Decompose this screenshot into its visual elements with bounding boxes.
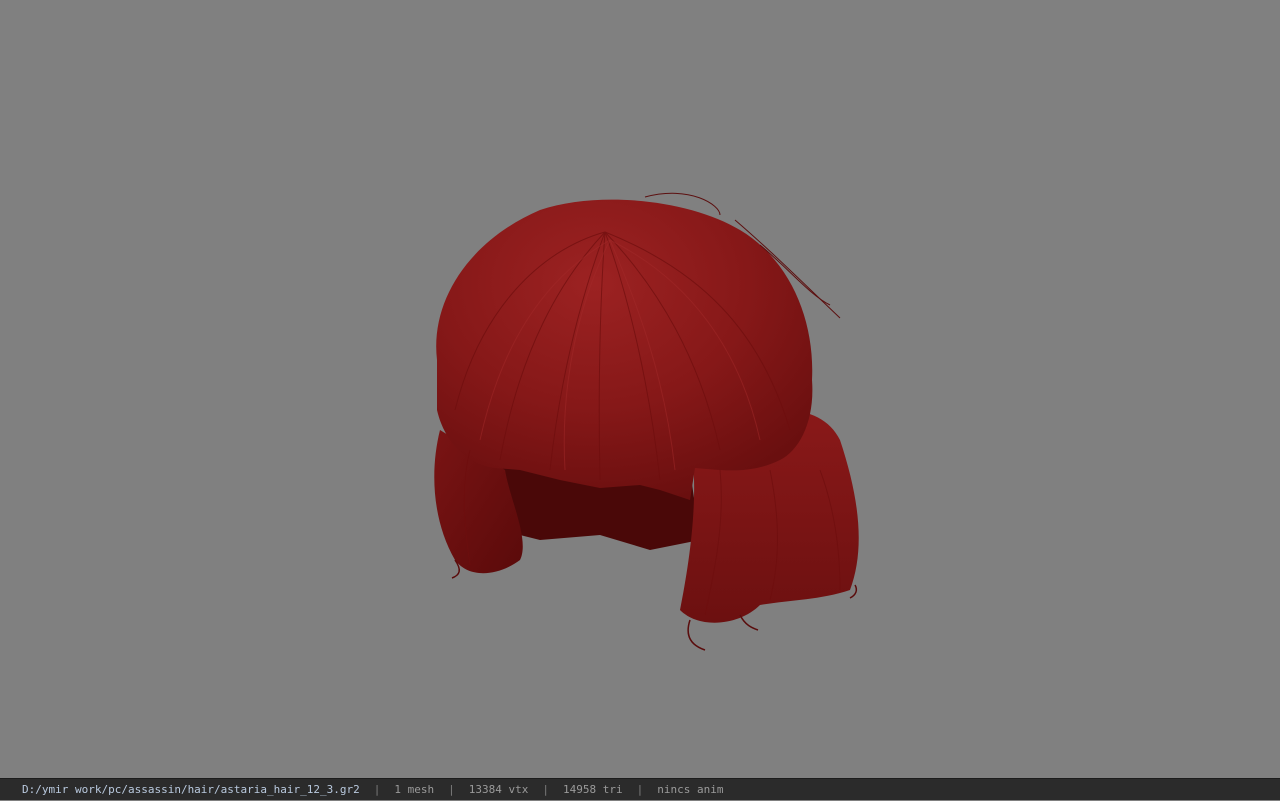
- animation-info: nincs anim: [657, 782, 724, 796]
- 3d-viewport[interactable]: [0, 0, 1280, 778]
- separator: |: [636, 782, 644, 796]
- separator: |: [373, 782, 381, 796]
- separator: |: [448, 782, 455, 796]
- file-path: D:/ymir work/pc/assassin/hair/astaria_ha…: [22, 782, 360, 796]
- triangle-count: 14958 tri: [563, 782, 623, 796]
- mesh-count: 1 mesh: [394, 782, 435, 796]
- hair-model-render: [434, 192, 859, 651]
- status-bar: D:/ymir work/pc/assassin/hair/astaria_ha…: [0, 778, 1280, 800]
- hair-crown: [436, 199, 813, 500]
- vertex-count: 13384 vtx: [468, 782, 529, 796]
- separator: |: [542, 782, 549, 796]
